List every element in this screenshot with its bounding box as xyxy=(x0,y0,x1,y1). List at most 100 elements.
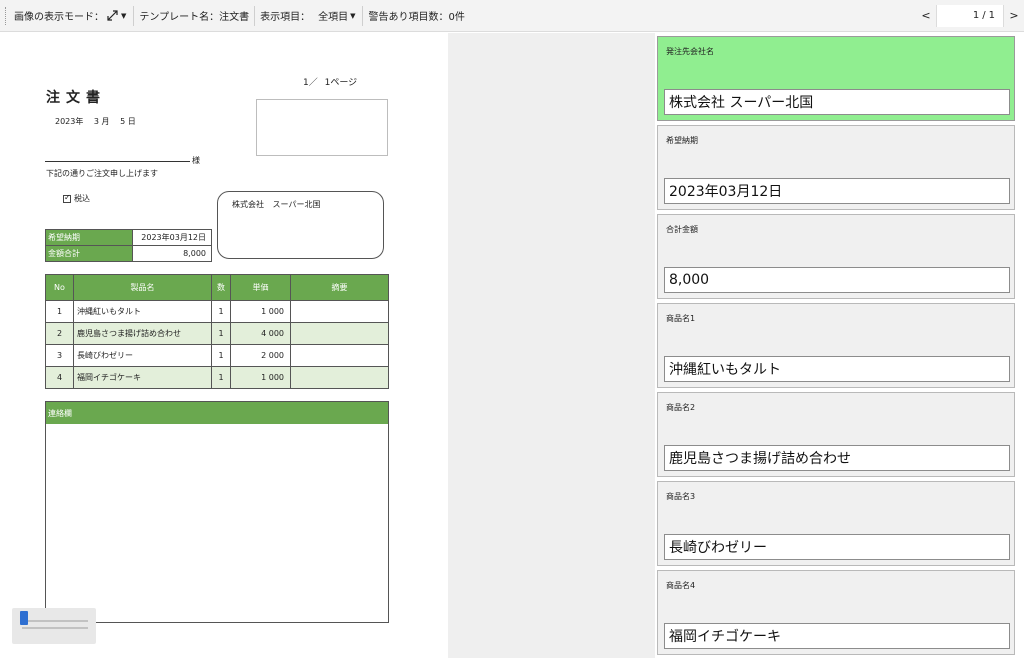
cell-qty: 1 xyxy=(211,300,231,323)
cell-name: 長崎びわゼリー xyxy=(73,344,212,367)
cell-price: 2 000 xyxy=(230,344,291,367)
document-page-current: 1／ xyxy=(303,78,318,88)
stamp-box xyxy=(256,99,388,156)
document-title: 注文書 xyxy=(46,90,106,106)
document-page-info: 1／ 1ページ xyxy=(303,75,361,88)
page-total: 1 xyxy=(988,10,995,21)
zoom-track-secondary xyxy=(22,627,88,629)
preview-background xyxy=(448,33,655,658)
field-label: 希望納期 xyxy=(666,136,698,145)
check-icon xyxy=(63,193,71,203)
toolbar-separator xyxy=(133,5,135,26)
cell-no: 2 xyxy=(45,322,74,345)
prev-page-button[interactable]: < xyxy=(916,9,936,22)
cell-no: 1 xyxy=(45,300,74,323)
cell-note xyxy=(290,344,389,367)
next-page-button[interactable]: > xyxy=(1004,9,1024,22)
document-page-total: 1ページ xyxy=(324,78,358,88)
field-input[interactable] xyxy=(664,356,1010,382)
col-header-name: 製品名 xyxy=(73,274,212,301)
summary-value: 2023年03月12日 xyxy=(132,229,212,246)
field-input[interactable] xyxy=(664,445,1010,471)
field-product-3[interactable]: 商品名3 xyxy=(657,481,1015,566)
tax-label: 税込 xyxy=(74,194,90,203)
toolbar-separator xyxy=(254,5,256,26)
cell-qty: 1 xyxy=(211,366,231,389)
toolbar-grip xyxy=(5,6,8,25)
cell-note xyxy=(290,300,389,323)
table-row: 4 福岡イチゴケーキ 1 1 000 xyxy=(45,366,389,389)
field-input[interactable] xyxy=(664,534,1010,560)
field-delivery-date[interactable]: 希望納期 xyxy=(657,125,1015,210)
summary-table: 希望納期 2023年03月12日 金額合計 8,000 xyxy=(45,229,212,262)
zoom-track xyxy=(22,620,88,622)
field-product-2[interactable]: 商品名2 xyxy=(657,392,1015,477)
display-items-value: 全項目 xyxy=(318,12,349,23)
page-current: 1 xyxy=(972,10,980,21)
field-label: 商品名1 xyxy=(666,314,696,323)
field-product-1[interactable]: 商品名1 xyxy=(657,303,1015,388)
page-separator: / xyxy=(982,10,986,21)
summary-label: 金額合計 xyxy=(45,245,133,262)
document-date: 2023年 3 月 5 日 xyxy=(55,116,144,127)
memo-label: 連絡欄 xyxy=(46,402,388,424)
col-header-no: No xyxy=(45,274,74,301)
summary-row: 金額合計 8,000 xyxy=(45,245,212,262)
cell-price: 4 000 xyxy=(230,322,291,345)
cell-price: 1 000 xyxy=(230,366,291,389)
cell-qty: 1 xyxy=(211,344,231,367)
date-month: 3 月 xyxy=(93,117,110,126)
cell-qty: 1 xyxy=(211,322,231,345)
cell-name: 福岡イチゴケーキ xyxy=(73,366,212,389)
order-note: 下記の通りご注文申し上げます xyxy=(46,169,158,178)
zoom-thumb[interactable] xyxy=(20,611,28,625)
addressee-line xyxy=(45,161,190,162)
col-header-note: 摘要 xyxy=(290,274,389,301)
tax-included: 税込 xyxy=(63,193,90,204)
page-indicator[interactable]: 1 / 1 xyxy=(936,4,1004,27)
display-items-dropdown[interactable]: 全項目 ▼ xyxy=(316,8,357,24)
toolbar-separator xyxy=(362,5,364,26)
field-input[interactable] xyxy=(664,178,1010,204)
field-label: 商品名4 xyxy=(666,581,696,590)
cell-note xyxy=(290,322,389,345)
chevron-down-icon: ▼ xyxy=(350,11,356,20)
fields-panel: 発注先会社名 希望納期 合計金額 商品名1 商品名2 商品名3 商品名4 xyxy=(655,33,1024,658)
field-input[interactable] xyxy=(664,267,1010,293)
display-items-group: 表示項目： 全項目 ▼ xyxy=(260,8,357,24)
field-label: 商品名3 xyxy=(666,492,696,501)
supplier-box: 株式会社 スーパー北国 xyxy=(217,191,384,259)
cell-name: 沖縄紅いもタルト xyxy=(73,300,212,323)
memo-box: 連絡欄 xyxy=(45,401,389,623)
items-table: No 製品名 数 単価 摘要 1 沖縄紅いもタルト 1 1 000 2 鹿児島さ… xyxy=(45,274,389,389)
col-header-price: 単価 xyxy=(230,274,291,301)
display-mode-label: 画像の表示モード： xyxy=(14,12,104,23)
addressee-suffix: 様 xyxy=(192,156,200,165)
cell-no: 4 xyxy=(45,366,74,389)
cell-note xyxy=(290,366,389,389)
field-total-amount[interactable]: 合計金額 xyxy=(657,214,1015,299)
template-name: テンプレート名：注文書 xyxy=(139,12,250,23)
expand-arrows-icon xyxy=(107,10,118,21)
field-product-4[interactable]: 商品名4 xyxy=(657,570,1015,655)
display-items-label: 表示項目： xyxy=(260,12,311,23)
field-supplier-name[interactable]: 発注先会社名 xyxy=(657,36,1015,121)
summary-label: 希望納期 xyxy=(45,229,133,246)
date-year: 2023年 xyxy=(55,117,84,126)
field-label: 商品名2 xyxy=(666,403,696,412)
col-header-qty: 数 xyxy=(211,274,231,301)
summary-value: 8,000 xyxy=(132,245,212,262)
cell-name: 鹿児島さつま揚げ詰め合わせ xyxy=(73,322,212,345)
zoom-slider[interactable] xyxy=(12,608,96,644)
supplier-name: スーパー北国 xyxy=(272,200,321,209)
document-preview[interactable]: 注文書 1／ 1ページ 2023年 3 月 5 日 様 下記の通りご注文申し上げ… xyxy=(0,33,448,658)
field-label: 合計金額 xyxy=(666,225,698,234)
warning-count: 警告あり項目数：0件 xyxy=(368,12,465,23)
summary-row: 希望納期 2023年03月12日 xyxy=(45,229,212,246)
field-input[interactable] xyxy=(664,623,1010,649)
chevron-down-icon: ▼ xyxy=(121,11,127,20)
toolbar: 画像の表示モード： ▼ テンプレート名：注文書 表示項目： 全項目 ▼ 警告あり… xyxy=(0,0,1024,32)
display-mode-group: 画像の表示モード： ▼ xyxy=(14,8,128,23)
display-mode-button[interactable]: ▼ xyxy=(104,9,128,22)
field-input[interactable] xyxy=(664,89,1010,115)
